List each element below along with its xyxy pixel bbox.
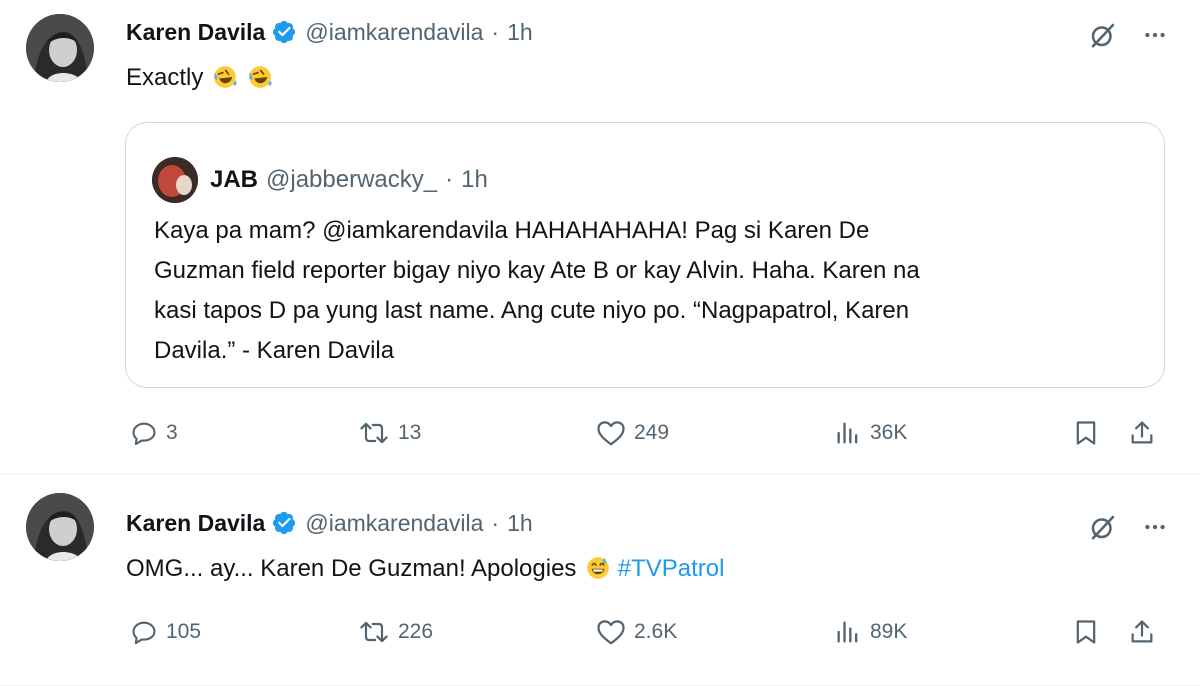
reply-count: 3 [166,421,178,444]
grok-icon[interactable] [1088,20,1118,50]
grinning-face-with-sweat-emoji-icon [587,557,609,579]
analytics-icon [837,422,858,444]
quoted-text-line: Davila.” - Karen Davila [154,337,395,364]
verified-badge-icon[interactable] [271,510,297,536]
verified-badge-icon[interactable] [271,19,297,45]
tweet[interactable]: Karen Davila @iamkarendavila · 1h Exactl… [0,0,1200,475]
author-handle[interactable]: @jabberwacky_ [266,166,437,194]
author-name[interactable]: Karen Davila [126,19,265,46]
avatar-image [26,14,94,82]
view-count: 36K [870,421,908,444]
tweet-header: Karen Davila @iamkarendavila · 1h [126,17,533,47]
avatar[interactable] [152,157,198,203]
tweet-top-actions [1088,20,1168,50]
bookmark-icon [1076,620,1096,644]
separator-dot: · [491,509,500,536]
timestamp[interactable]: 1h [507,510,533,537]
author-handle[interactable]: @iamkarendavila [305,510,483,537]
more-options-icon[interactable] [1142,514,1168,540]
reply-button[interactable]: 105 [130,618,201,646]
like-button[interactable]: 249 [596,419,669,447]
share-button[interactable] [1128,618,1156,646]
quoted-text-line: kasi tapos D pa yung last name. Ang cute… [154,297,910,324]
share-button[interactable] [1128,419,1156,447]
rolling-on-floor-laughing-emoji-icon [214,66,237,88]
avatar[interactable] [26,493,94,561]
quoted-text-line: Guzman field reporter bigay niyo kay Ate… [154,257,920,284]
repost-count: 13 [398,421,422,444]
repost-count: 226 [398,620,434,643]
timestamp[interactable]: 1h [461,166,488,194]
tweet[interactable]: Karen Davila @iamkarendavila · 1h OMG...… [0,476,1200,686]
analytics-icon [837,621,858,643]
tweet-header: Karen Davila @iamkarendavila · 1h [126,508,533,538]
like-count: 2.6K [634,620,678,643]
quoted-text-line: Kaya pa mam? @iamkarendavila HAHAHAHAHA!… [154,217,870,244]
avatar-image [152,157,198,203]
tweet-top-actions [1088,512,1168,542]
more-options-icon[interactable] [1142,22,1168,48]
author-name[interactable]: Karen Davila [126,510,265,537]
quoted-tweet-text: Kaya pa mam? @iamkarendavila HAHAHAHAHA!… [154,211,1144,371]
separator-dot: · [445,166,454,193]
reply-button[interactable]: 3 [130,419,178,447]
hashtag-link[interactable]: #TVPatrol [618,555,725,582]
rolling-on-floor-laughing-emoji-icon [248,66,272,88]
tweet-action-bar: 3 13 249 36K [130,419,1170,451]
bookmark-button[interactable] [1072,618,1100,646]
tweet-text-body: Exactly [126,64,204,91]
view-count: 89K [870,620,908,643]
reply-icon [132,422,156,446]
author-handle[interactable]: @iamkarendavila [305,19,483,46]
grok-icon[interactable] [1088,512,1118,542]
avatar[interactable] [26,14,94,82]
views-button[interactable]: 36K [834,419,907,447]
tweet-text-body: OMG... ay... Karen De Guzman! Apologies [126,555,577,582]
share-icon [1131,421,1153,444]
heart-icon [597,421,625,446]
avatar-image [26,493,94,561]
share-icon [1131,620,1153,643]
timestamp[interactable]: 1h [507,19,533,46]
tweet-text: OMG... ay... Karen De Guzman! Apologies … [126,553,724,585]
repost-icon [360,422,388,444]
quoted-tweet-header: JAB @jabberwacky_ · 1h [152,157,488,203]
heart-icon [597,620,625,645]
reply-icon [132,621,156,645]
quoted-tweet[interactable]: JAB @jabberwacky_ · 1h Kaya pa mam? @iam… [125,122,1165,388]
reply-count: 105 [166,620,202,643]
author-name[interactable]: JAB [210,166,258,194]
views-button[interactable]: 89K [834,618,907,646]
separator-dot: · [491,18,500,45]
repost-button[interactable]: 13 [358,419,421,447]
bookmark-icon [1076,421,1096,445]
tweet-text: Exactly [126,62,273,94]
like-button[interactable]: 2.6K [596,618,677,646]
like-count: 249 [634,421,670,444]
repost-icon [360,621,388,643]
repost-button[interactable]: 226 [358,618,433,646]
tweet-action-bar: 105 226 2.6K 89K [130,618,1170,650]
bookmark-button[interactable] [1072,419,1100,447]
